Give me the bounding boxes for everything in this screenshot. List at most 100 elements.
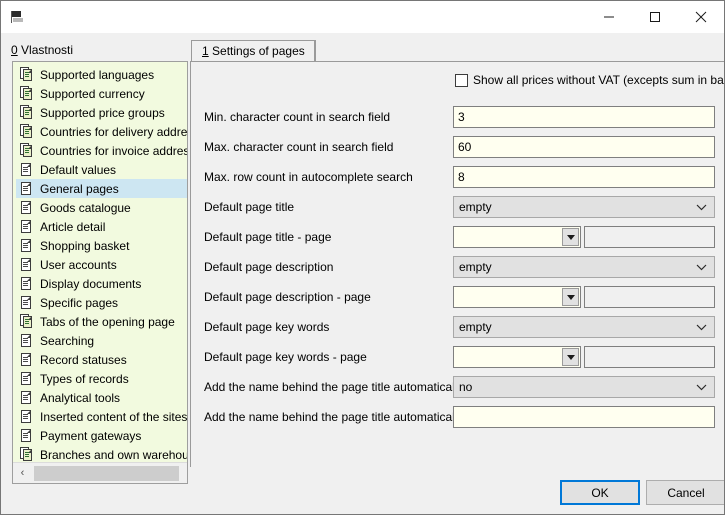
sidebar-item[interactable]: Specific pages — [16, 293, 187, 312]
text-input[interactable] — [453, 406, 715, 428]
sidebar-item[interactable]: Branches and own warehouses — [16, 445, 187, 462]
minimize-icon[interactable] — [586, 2, 632, 33]
dropdown-select[interactable]: no — [453, 376, 715, 398]
editable-dropdown[interactable] — [453, 346, 581, 368]
sidebar-item-label: Inserted content of the sites — [33, 410, 187, 424]
sidebar-item[interactable]: Supported price groups — [16, 103, 187, 122]
document-icon — [20, 200, 33, 215]
properties-tree-panel: Supported languages Supported currency Sup… — [12, 61, 188, 484]
document-icon — [20, 295, 33, 310]
vat-checkbox[interactable] — [455, 74, 468, 87]
sidebar-item[interactable]: Goods catalogue — [16, 198, 187, 217]
sidebar-item-label: Searching — [33, 334, 94, 348]
scrollbar-thumb[interactable] — [34, 466, 179, 481]
properties-tree-list[interactable]: Supported languages Supported currency Sup… — [13, 62, 187, 462]
sidebar-item[interactable]: Searching — [16, 331, 187, 350]
sidebar-item[interactable]: General pages — [16, 179, 187, 198]
text-input[interactable]: 8 — [453, 166, 715, 188]
dropdown-arrow-icon[interactable] — [562, 348, 579, 366]
dropdown-arrow-icon[interactable] — [562, 288, 579, 306]
ok-button-label: OK — [591, 486, 608, 500]
document-icon — [20, 276, 33, 291]
ok-button[interactable]: OK — [560, 480, 640, 505]
sidebar-item-label: Countries for invoice addresse — [33, 144, 187, 158]
tab-settings-of-pages[interactable]: 1 Settings of pages — [191, 40, 316, 62]
field-label: Default page key words — [204, 315, 329, 339]
dropdown-select[interactable]: empty — [453, 316, 715, 338]
sidebar-item[interactable]: Default values — [16, 160, 187, 179]
sidebar-item-label: Branches and own warehouses — [33, 448, 187, 462]
editable-dropdown[interactable] — [453, 286, 581, 308]
sidebar-item-label: Default values — [33, 163, 116, 177]
field-label: Add the name behind the page title autom… — [204, 405, 479, 429]
sidebar-item[interactable]: Shopping basket — [16, 236, 187, 255]
sidebar-item[interactable]: Record statuses — [16, 350, 187, 369]
field-label: Default page description — [204, 255, 333, 279]
vat-checkbox-label: Show all prices without VAT (excepts sum… — [473, 73, 725, 87]
sidebar-item[interactable]: Article detail — [16, 217, 187, 236]
sidebar-item[interactable]: Analytical tools — [16, 388, 187, 407]
settings-form-panel: Show all prices without VAT (excepts sum… — [190, 61, 725, 467]
document-icon — [20, 390, 33, 405]
field-label: Max. row count in autocomplete search — [204, 165, 413, 189]
sidebar-item[interactable]: Payment gateways — [16, 426, 187, 445]
readonly-text-field[interactable] — [584, 226, 715, 248]
sidebar-item[interactable]: Countries for delivery addresse — [16, 122, 187, 141]
multi-document-icon — [20, 67, 33, 82]
sidebar-item[interactable]: Types of records — [16, 369, 187, 388]
readonly-text-field[interactable] — [584, 286, 715, 308]
sidebar-item-label: General pages — [33, 182, 119, 196]
scroll-left-icon[interactable]: ‹ — [13, 464, 32, 483]
vat-checkbox-row[interactable]: Show all prices without VAT (excepts sum… — [455, 73, 725, 87]
document-icon — [20, 371, 33, 386]
dropdown-arrow-icon[interactable] — [562, 228, 579, 246]
readonly-text-field[interactable] — [584, 346, 715, 368]
field-label: Default page key words - page — [204, 345, 367, 369]
sidebar-item-label: Payment gateways — [33, 429, 141, 443]
sidebar-title-text: Vlastnosti — [18, 43, 73, 57]
sidebar-item[interactable]: Supported currency — [16, 84, 187, 103]
dropdown-value: empty — [459, 200, 492, 214]
field-label: Default page title — [204, 195, 294, 219]
editable-dropdown[interactable] — [453, 226, 581, 248]
sidebar-item[interactable]: Countries for invoice addresse — [16, 141, 187, 160]
chevron-down-icon — [696, 257, 707, 277]
sidebar-item-label: Specific pages — [33, 296, 118, 310]
scrollbar-track[interactable] — [32, 464, 168, 483]
sidebar-item-label: Countries for delivery addresse — [33, 125, 187, 139]
dropdown-select[interactable]: empty — [453, 256, 715, 278]
sidebar-item[interactable]: Tabs of the opening page — [16, 312, 187, 331]
sidebar-accel: 0 — [11, 43, 18, 57]
sidebar-item[interactable]: Inserted content of the sites — [16, 407, 187, 426]
document-icon — [20, 257, 33, 272]
k2-logo-icon — [10, 10, 26, 26]
document-icon — [20, 238, 33, 253]
tree-horizontal-scrollbar[interactable]: ‹ › — [13, 462, 187, 483]
document-icon — [20, 428, 33, 443]
sidebar-item[interactable]: User accounts — [16, 255, 187, 274]
dropdown-select[interactable]: empty — [453, 196, 715, 218]
tab-separator — [314, 41, 315, 61]
close-icon[interactable] — [678, 2, 724, 33]
text-input[interactable]: 60 — [453, 136, 715, 158]
document-icon — [20, 219, 33, 234]
sidebar-item-label: Supported currency — [33, 87, 145, 101]
dropdown-value: empty — [459, 320, 492, 334]
multi-document-icon — [20, 124, 33, 139]
sidebar-item-label: User accounts — [33, 258, 117, 272]
multi-document-icon — [20, 447, 33, 462]
sidebar-item-label: Supported price groups — [33, 106, 165, 120]
maximize-icon[interactable] — [632, 2, 678, 33]
sidebar-title: 0 Vlastnosti — [11, 43, 73, 57]
sidebar-item[interactable]: Display documents — [16, 274, 187, 293]
text-input[interactable]: 3 — [453, 106, 715, 128]
sidebar-item-label: Analytical tools — [33, 391, 120, 405]
tab-accel: 1 — [202, 44, 209, 58]
sidebar-item[interactable]: Supported languages — [16, 65, 187, 84]
chevron-down-icon — [696, 197, 707, 217]
chevron-down-icon — [696, 317, 707, 337]
dropdown-value: no — [459, 380, 472, 394]
multi-document-icon — [20, 143, 33, 158]
field-label: Add the name behind the page title autom… — [204, 375, 464, 399]
cancel-button[interactable]: Cancel — [646, 480, 725, 505]
